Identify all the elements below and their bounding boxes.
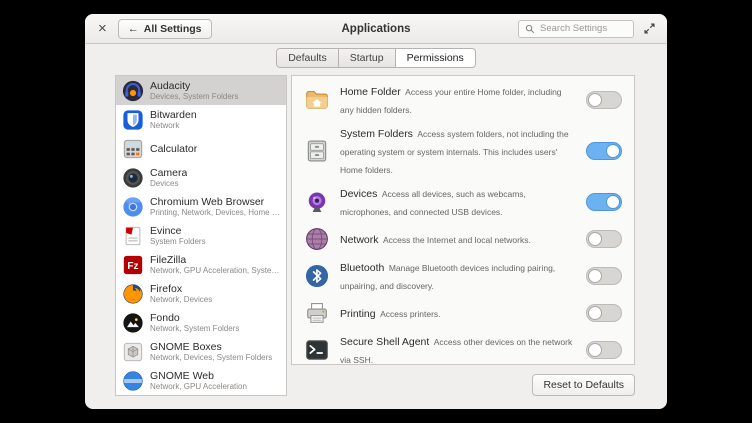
bitwarden-icon	[122, 109, 144, 131]
tab-group: DefaultsStartupPermissions	[276, 48, 476, 68]
app-name: GNOME Web	[150, 370, 247, 382]
tab-defaults[interactable]: Defaults	[277, 49, 339, 67]
permission-row-bluetooth: Bluetooth Manage Bluetooth devices inclu…	[292, 255, 634, 297]
search-box[interactable]	[518, 20, 634, 38]
system-folders-icon	[304, 138, 330, 164]
gnome-web-icon	[122, 370, 144, 392]
calculator-icon	[122, 138, 144, 160]
svg-text:Fz: Fz	[127, 261, 138, 272]
footer-bar: Reset to Defaults	[291, 365, 635, 396]
printing-icon	[304, 300, 330, 326]
app-list: Audacity Devices, System Folders Bitward…	[115, 75, 287, 396]
app-permissions-summary: Network, GPU Acceleration	[150, 382, 247, 391]
app-permissions-summary: Network	[150, 121, 197, 130]
app-list-item-fondo[interactable]: Fondo Network, System Folders	[116, 308, 286, 337]
tab-bar: DefaultsStartupPermissions	[85, 44, 667, 71]
close-button[interactable]: ×	[96, 21, 109, 36]
app-permissions-summary: Printing, Network, Devices, Home Folder	[150, 208, 280, 217]
settings-window: × ← All Settings Applications DefaultsSt…	[85, 14, 667, 409]
reset-to-defaults-button[interactable]: Reset to Defaults	[532, 374, 635, 396]
header-bar: × ← All Settings Applications	[85, 14, 667, 44]
permission-row-network: Network Access the Internet and local ne…	[292, 223, 634, 255]
permission-row-system-folders: System Folders Access system folders, no…	[292, 121, 634, 181]
permission-name: Devices	[340, 188, 377, 200]
filezilla-icon: Fz	[122, 254, 144, 276]
app-permissions-summary: Network, Devices	[150, 295, 212, 304]
app-list-item-bitwarden[interactable]: Bitwarden Network	[116, 105, 286, 134]
bluetooth-toggle[interactable]	[586, 267, 622, 285]
system-folders-toggle[interactable]	[586, 142, 622, 160]
app-name: Camera	[150, 167, 187, 179]
main-column: Home Folder Access your entire Home fold…	[291, 75, 635, 396]
app-name: Bitwarden	[150, 109, 197, 121]
app-permissions-summary: System Folders	[150, 237, 206, 246]
permission-name: Home Folder	[340, 86, 401, 98]
app-permissions-summary: Network, GPU Acceleration, System Fo...	[150, 266, 280, 275]
gnome-boxes-icon	[122, 341, 144, 363]
app-name: Audacity	[150, 80, 238, 92]
permission-row-printing: Printing Access printers.	[292, 297, 634, 329]
search-input[interactable]	[540, 23, 627, 34]
permission-name: System Folders	[340, 128, 413, 140]
app-name: Calculator	[150, 143, 197, 155]
tab-permissions[interactable]: Permissions	[396, 49, 475, 67]
firefox-icon	[122, 283, 144, 305]
app-permissions-summary: Devices, System Folders	[150, 92, 238, 101]
audacity-icon	[122, 80, 144, 102]
home-folder-icon	[304, 87, 330, 113]
app-list-item-filezilla[interactable]: Fz FileZilla Network, GPU Acceleration, …	[116, 250, 286, 279]
bluetooth-icon	[304, 263, 330, 289]
app-list-item-chromium-web-browser[interactable]: Chromium Web Browser Printing, Network, …	[116, 192, 286, 221]
devices-icon	[304, 189, 330, 215]
app-list-item-camera[interactable]: Camera Devices	[116, 163, 286, 192]
network-icon	[304, 226, 330, 252]
back-button-label: All Settings	[144, 23, 202, 35]
evince-icon	[122, 225, 144, 247]
permission-name: Printing	[340, 308, 376, 320]
tab-startup[interactable]: Startup	[339, 49, 396, 67]
app-list-item-evince[interactable]: Evince System Folders	[116, 221, 286, 250]
expand-icon[interactable]	[643, 22, 656, 35]
page-title: Applications	[341, 23, 410, 35]
app-name: Firefox	[150, 283, 212, 295]
printing-toggle[interactable]	[586, 304, 622, 322]
app-name: Chromium Web Browser	[150, 196, 280, 208]
permission-name: Bluetooth	[340, 262, 384, 274]
secure-shell-agent-toggle[interactable]	[586, 341, 622, 359]
devices-toggle[interactable]	[586, 193, 622, 211]
network-toggle[interactable]	[586, 230, 622, 248]
app-permissions-summary: Network, Devices, System Folders	[150, 353, 272, 362]
app-permissions-summary: Network, System Folders	[150, 324, 239, 333]
permission-description: Access printers.	[380, 309, 440, 319]
permissions-panel: Home Folder Access your entire Home fold…	[291, 75, 635, 365]
app-list-item-gnome-web[interactable]: GNOME Web Network, GPU Acceleration	[116, 366, 286, 395]
permission-description: Access the Internet and local networks.	[383, 235, 531, 245]
content-area: Audacity Devices, System Folders Bitward…	[85, 71, 667, 409]
app-name: GNOME Boxes	[150, 341, 272, 353]
app-permissions-summary: Devices	[150, 179, 187, 188]
permission-row-devices: Devices Access all devices, such as webc…	[292, 181, 634, 223]
app-list-item-audacity[interactable]: Audacity Devices, System Folders	[116, 76, 286, 105]
app-list-item-gnome-boxes[interactable]: GNOME Boxes Network, Devices, System Fol…	[116, 337, 286, 366]
back-arrow-icon: ←	[128, 23, 139, 35]
permission-name: Network	[340, 234, 379, 246]
app-list-item-firefox[interactable]: Firefox Network, Devices	[116, 279, 286, 308]
app-list-item-calculator[interactable]: Calculator	[116, 134, 286, 163]
permission-row-home-folder: Home Folder Access your entire Home fold…	[292, 79, 634, 121]
desktop-background: × ← All Settings Applications DefaultsSt…	[0, 0, 752, 423]
permission-name: Secure Shell Agent	[340, 336, 429, 348]
permission-row-secure-shell-agent: Secure Shell Agent Access other devices …	[292, 329, 634, 365]
secure-shell-icon	[304, 337, 330, 363]
chromium-icon	[122, 196, 144, 218]
search-icon	[525, 24, 535, 34]
all-settings-back-button[interactable]: ← All Settings	[118, 19, 212, 39]
home-folder-toggle[interactable]	[586, 91, 622, 109]
camera-icon	[122, 167, 144, 189]
app-name: FileZilla	[150, 254, 280, 266]
fondo-icon	[122, 312, 144, 334]
app-name: Evince	[150, 225, 206, 237]
app-name: Fondo	[150, 312, 239, 324]
